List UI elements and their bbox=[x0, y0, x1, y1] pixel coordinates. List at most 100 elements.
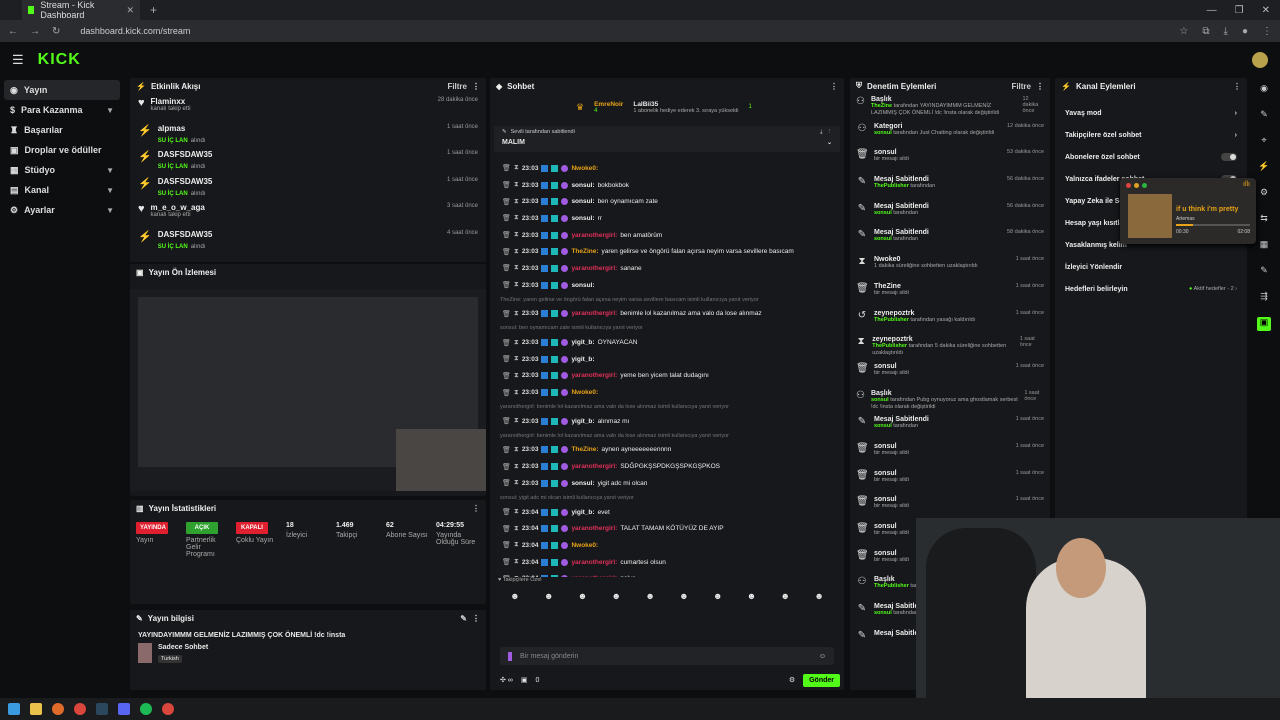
message-username[interactable]: yigit_b: bbox=[571, 356, 594, 363]
delete-message-icon[interactable]: 🗑 bbox=[502, 198, 511, 206]
activity-user[interactable]: Flaminxx bbox=[151, 97, 191, 106]
timeout-icon[interactable]: ⧗ bbox=[514, 446, 519, 454]
delete-message-icon[interactable]: 🗑 bbox=[502, 479, 511, 487]
channel-action-row[interactable]: Hedefleri belirleyin ● Aktif hedefler - 2… bbox=[1055, 278, 1247, 300]
message-username[interactable]: yaranothergirl: bbox=[571, 525, 617, 532]
emote-icon[interactable]: ☻ bbox=[510, 591, 519, 601]
edit-icon[interactable]: ✎ bbox=[460, 614, 467, 623]
chat-message[interactable]: 🗑 ⧗ 23:03 sonsul: ben oynamıcam zate bbox=[490, 193, 844, 210]
emote-icon[interactable]: ☻ bbox=[747, 591, 756, 601]
close-window-icon[interactable]: ✕ bbox=[1262, 5, 1270, 16]
file-explorer-icon[interactable] bbox=[30, 703, 42, 715]
channel-action-row[interactable]: Abonelere özel sohbet bbox=[1055, 146, 1247, 168]
chat-message[interactable]: 🗑 ⧗ 23:03 yigit_b: alınmaz mı bbox=[490, 413, 844, 430]
sidebar-item-studyo[interactable]: ▦ Stüdyo ▼ bbox=[0, 160, 124, 180]
sidebar-item-kanal[interactable]: ▤ Kanal ▼ bbox=[0, 180, 124, 200]
chat-input[interactable]: Bir mesaj gönderin ☺ bbox=[500, 647, 834, 665]
timeout-icon[interactable]: ⧗ bbox=[514, 479, 519, 487]
wrench-icon[interactable]: ✎ bbox=[1257, 265, 1271, 279]
mod-actor[interactable]: sonsul bbox=[871, 397, 889, 403]
expand-dot-icon[interactable] bbox=[1142, 183, 1147, 188]
activity-user[interactable]: DASFSDAW35 bbox=[158, 150, 213, 159]
emote-icon[interactable]: ☻ bbox=[544, 591, 553, 601]
chat-message[interactable]: 🗑 ⧗ 23:04 Nwoke0: bbox=[490, 537, 844, 554]
timeout-icon[interactable]: ⧗ bbox=[514, 525, 519, 533]
timeout-icon[interactable]: ⧗ bbox=[514, 508, 519, 516]
users-infinity-icon[interactable]: ✣ ∞ bbox=[500, 676, 513, 684]
chrome-icon[interactable] bbox=[162, 703, 174, 715]
chat-message[interactable]: 🗑 ⧗ 23:03 Nwoke0: bbox=[490, 384, 844, 401]
emote-icon[interactable]: ☻ bbox=[578, 591, 587, 601]
user-avatar[interactable] bbox=[1252, 52, 1268, 68]
timeout-icon[interactable]: ⧗ bbox=[514, 339, 519, 347]
delete-message-icon[interactable]: 🗑 bbox=[502, 248, 511, 256]
delete-message-icon[interactable]: 🗑 bbox=[502, 558, 511, 566]
message-username[interactable]: yaranothergirl: bbox=[571, 575, 617, 577]
top-gifter-name[interactable]: LalBii35 bbox=[633, 101, 738, 108]
message-username[interactable]: yigit_b: bbox=[571, 418, 594, 425]
chat-message[interactable]: 🗑 ⧗ 23:03 TheZine: aynen ayneeeeeeennnn bbox=[490, 442, 844, 459]
delete-message-icon[interactable]: 🗑 bbox=[502, 281, 511, 289]
url-field[interactable]: dashboard.kick.com/stream bbox=[80, 26, 190, 36]
steam-icon[interactable] bbox=[96, 703, 108, 715]
close-tab-icon[interactable]: ✕ bbox=[126, 5, 134, 16]
emote-icon[interactable]: ☻ bbox=[713, 591, 722, 601]
timeout-icon[interactable]: ⧗ bbox=[514, 355, 519, 363]
timeout-icon[interactable]: ⧗ bbox=[514, 310, 519, 318]
hamburger-menu-icon[interactable]: ☰ bbox=[12, 52, 24, 68]
mod-actor[interactable]: sonsul bbox=[874, 236, 892, 242]
chat-message[interactable]: 🗑 ⧗ 23:03 yaranothergirl: benimle lol kazanı… bbox=[490, 306, 844, 323]
chrome-icon[interactable] bbox=[74, 703, 86, 715]
message-username[interactable]: yaranothergirl: bbox=[571, 232, 617, 239]
message-username[interactable]: sonsul: bbox=[571, 198, 594, 205]
chat-message[interactable]: 🗑 ⧗ 23:03 sonsul: bbox=[490, 277, 844, 294]
chat-message[interactable]: 🗑 ⧗ 23:03 yaranothergirl: yeme ben yicem tal… bbox=[490, 368, 844, 385]
delete-message-icon[interactable]: 🗑 bbox=[502, 508, 511, 516]
timeout-icon[interactable]: ⧗ bbox=[514, 463, 519, 471]
message-username[interactable]: yaranothergirl: bbox=[571, 265, 617, 272]
dashboard-icon[interactable]: ◉ bbox=[1257, 83, 1271, 97]
edit-icon[interactable]: ✎ bbox=[1257, 109, 1271, 123]
download-icon[interactable]: ⤓ bbox=[1224, 26, 1228, 37]
grid-icon[interactable]: ▦ bbox=[1257, 239, 1271, 253]
delete-message-icon[interactable]: 🗑 bbox=[502, 164, 511, 172]
mod-actor[interactable]: TheZine bbox=[871, 103, 892, 109]
more-icon[interactable]: ⋮ bbox=[1233, 82, 1241, 91]
kick-logo[interactable]: KICK bbox=[38, 51, 81, 69]
message-username[interactable]: TheZine: bbox=[571, 446, 598, 453]
delete-message-icon[interactable]: 🗑 bbox=[502, 339, 511, 347]
delete-message-icon[interactable]: 🗑 bbox=[502, 389, 511, 397]
mod-actor[interactable]: ThePublisher bbox=[874, 317, 909, 323]
forward-icon[interactable]: → bbox=[30, 26, 40, 37]
delete-message-icon[interactable]: 🗑 bbox=[502, 372, 511, 380]
activity-user[interactable]: DASFSDAW35 bbox=[158, 177, 213, 186]
chat-message[interactable]: 🗑 ⧗ 23:03 TheZine: yaren gelirse ve öngörü f… bbox=[490, 243, 844, 260]
reload-icon[interactable]: ↻ bbox=[52, 26, 60, 37]
lock-icon[interactable]: ▣ bbox=[521, 676, 528, 684]
settings-icon[interactable]: ⚙ bbox=[1257, 187, 1271, 201]
chat-message[interactable]: 🗑 ⧗ 23:03 yigit_b: bbox=[490, 351, 844, 368]
more-icon[interactable]: ⋮ bbox=[827, 129, 833, 136]
profile-icon[interactable]: ● bbox=[1242, 26, 1248, 37]
gift-icon[interactable]: ▣ bbox=[1257, 317, 1271, 331]
timeout-icon[interactable]: ⧗ bbox=[514, 417, 519, 425]
category-name[interactable]: Sadece Sohbet bbox=[158, 644, 208, 651]
channel-action-row[interactable]: Yavaş mod › bbox=[1055, 102, 1247, 124]
mod-actor[interactable]: sonsul bbox=[874, 423, 892, 429]
stream-preview-video[interactable] bbox=[130, 289, 486, 491]
emote-icon[interactable]: ☻ bbox=[781, 591, 790, 601]
mod-actor[interactable]: sonsul bbox=[874, 610, 892, 616]
chat-message[interactable]: 🗑 ⧗ 23:03 yaranothergirl: sanane bbox=[490, 260, 844, 277]
chat-message[interactable]: 🗑 ⧗ 23:03 sonsul: yigit adc mi olcan bbox=[490, 475, 844, 492]
more-icon[interactable]: ⋮ bbox=[830, 82, 838, 91]
chat-message[interactable]: 🗑 ⧗ 23:03 yigit_b: OYNAYACAN bbox=[490, 334, 844, 351]
emoji-icon[interactable]: ☺ bbox=[819, 653, 826, 660]
message-username[interactable]: yigit_b: bbox=[571, 509, 594, 516]
sidebar-item-para-kazanma[interactable]: $ Para Kazanma ▼ bbox=[0, 100, 124, 120]
gear-icon[interactable]: ⚙ bbox=[789, 676, 795, 684]
menu-dots-icon[interactable]: ⋮ bbox=[1262, 26, 1272, 37]
extensions-icon[interactable]: ⧉ bbox=[1202, 26, 1209, 37]
chat-message[interactable]: 🗑 ⧗ 23:03 sonsul: rr bbox=[490, 210, 844, 227]
emote-icon[interactable]: ☻ bbox=[612, 591, 621, 601]
toggle-switch[interactable] bbox=[1221, 153, 1237, 161]
